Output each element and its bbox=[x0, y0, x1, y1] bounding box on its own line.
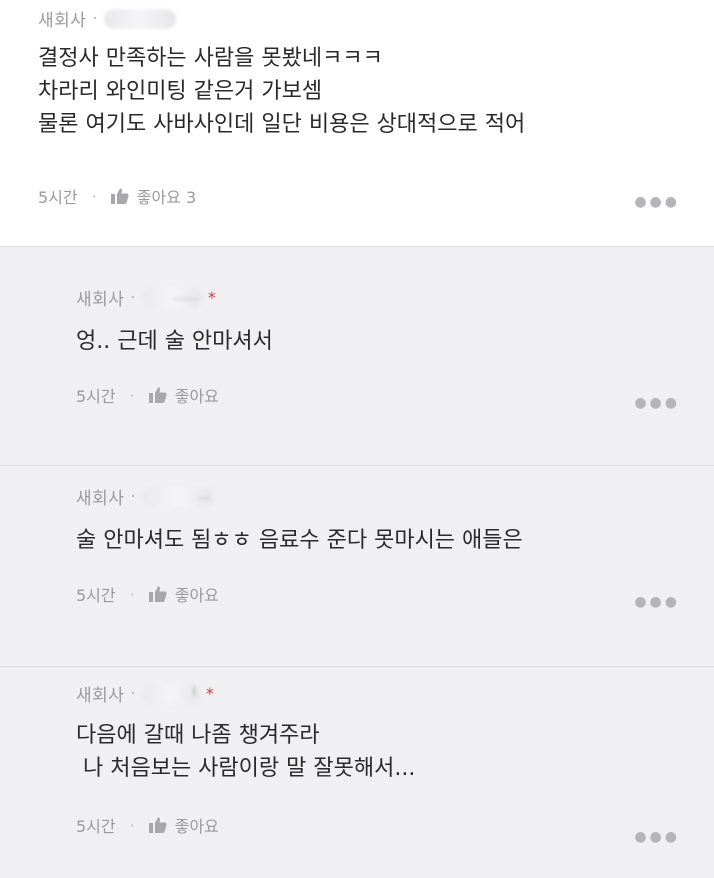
company-name: 새회사 bbox=[76, 489, 125, 509]
reply: 새회사 · ...... * 엉.. 근데 술 안마셔서 5시간 · 좋아요 ●… bbox=[0, 247, 714, 465]
reply-author[interactable]: 새회사 · i * bbox=[76, 681, 214, 706]
more-icon[interactable]: ●●● bbox=[634, 395, 680, 411]
like-label: 좋아요 bbox=[174, 586, 219, 605]
company-name: 새회사 bbox=[76, 290, 125, 310]
timestamp: 5시간 bbox=[38, 188, 78, 207]
blurred-nickname bbox=[103, 8, 176, 29]
reply-meta: 5시간 · 좋아요 bbox=[76, 383, 219, 407]
like-button[interactable]: 좋아요 bbox=[148, 383, 219, 407]
separator-dot: · bbox=[129, 584, 135, 604]
like-label: 좋아요 bbox=[174, 387, 219, 406]
comment-body: 결정사 만족하는 사람을 못봤네ㅋㅋㅋ 차라리 와인미팅 같은거 가보셈 물론 … bbox=[38, 46, 526, 137]
comment-author[interactable]: 새회사 · bbox=[38, 6, 176, 31]
comment-meta: 5시간 · 좋아요 3 bbox=[38, 184, 196, 208]
blurred-nickname: ...... bbox=[141, 287, 202, 308]
more-icon[interactable]: ●●● bbox=[634, 829, 680, 845]
author-star: * bbox=[205, 684, 214, 703]
thumbs-up-icon bbox=[148, 817, 167, 833]
thumbs-up-icon bbox=[148, 586, 167, 602]
like-button[interactable]: 좋아요 bbox=[148, 813, 219, 837]
separator-dot: · bbox=[92, 8, 98, 29]
blurred-nickname: i bbox=[141, 683, 200, 704]
company-name: 새회사 bbox=[38, 11, 87, 31]
reply-meta: 5시간 · 좋아요 bbox=[76, 582, 219, 606]
reply-body: 술 안마셔도 됨ㅎㅎ 음료수 준다 못마시는 애들은 bbox=[76, 528, 523, 553]
separator-dot: · bbox=[130, 287, 136, 308]
like-label: 좋아요 bbox=[174, 817, 219, 836]
timestamp: 5시간 bbox=[76, 387, 116, 406]
timestamp: 5시간 bbox=[76, 817, 116, 836]
like-button[interactable]: 좋아요 3 bbox=[110, 184, 197, 208]
separator-dot: · bbox=[91, 186, 97, 206]
thumbs-up-icon bbox=[110, 188, 129, 204]
reply-body: 엉.. 근데 술 안마셔서 bbox=[76, 329, 273, 354]
like-count: 좋아요 3 bbox=[136, 188, 197, 207]
blurred-nickname: ... bbox=[141, 486, 214, 507]
comment: 새회사 · 결정사 만족하는 사람을 못봤네ㅋㅋㅋ 차라리 와인미팅 같은거 가… bbox=[0, 0, 714, 246]
reply-meta: 5시간 · 좋아요 bbox=[76, 813, 219, 837]
more-icon[interactable]: ●●● bbox=[634, 194, 680, 210]
replies-section: 새회사 · ...... * 엉.. 근데 술 안마셔서 5시간 · 좋아요 ●… bbox=[0, 246, 714, 878]
reply-author[interactable]: 새회사 · ...... * bbox=[76, 285, 216, 310]
author-star: * bbox=[207, 288, 216, 307]
reply: 새회사 · ... 술 안마셔도 됨ㅎㅎ 음료수 준다 못마시는 애들은 5시간… bbox=[0, 466, 714, 666]
separator-dot: · bbox=[130, 486, 136, 507]
separator-dot: · bbox=[129, 815, 135, 835]
like-button[interactable]: 좋아요 bbox=[148, 582, 219, 606]
separator-dot: · bbox=[130, 683, 136, 704]
reply-author[interactable]: 새회사 · ... bbox=[76, 484, 220, 509]
thumbs-up-icon bbox=[148, 387, 167, 403]
more-icon[interactable]: ●●● bbox=[634, 594, 680, 610]
reply: 새회사 · i * 다음에 갈때 나좀 챙겨주라 나 처음보는 사람이랑 말 잘… bbox=[0, 667, 714, 878]
reply-body: 다음에 갈때 나좀 챙겨주라 나 처음보는 사람이랑 말 잘못해서... bbox=[76, 723, 416, 781]
separator-dot: · bbox=[129, 385, 135, 405]
company-name: 새회사 bbox=[76, 686, 125, 706]
timestamp: 5시간 bbox=[76, 586, 116, 605]
